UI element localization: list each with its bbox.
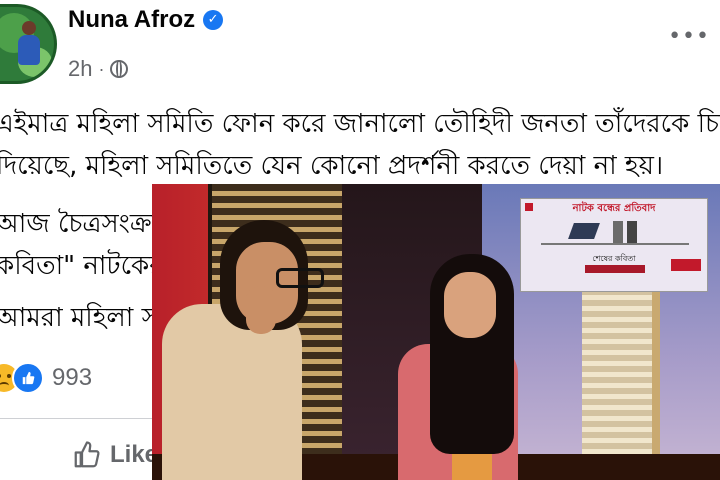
- post-text-line: আজ চৈত্রসংক্রা: [0, 209, 160, 239]
- avatar-person-dress: [18, 35, 40, 65]
- poster-figure: [627, 221, 637, 243]
- reactions-summary[interactable]: 993: [0, 362, 92, 394]
- separator-dot: ·: [98, 58, 105, 79]
- actress-face: [444, 272, 496, 338]
- poster-ground-line: [541, 243, 689, 245]
- like-button-label: Like: [110, 441, 159, 468]
- like-button[interactable]: Like: [72, 440, 158, 470]
- post-text-line: এইমাত্র মহিলা সমিতি ফোন করে জানালো তৌহিদ…: [0, 109, 720, 139]
- thumbs-up-icon: [74, 441, 100, 468]
- like-reaction-icon: [12, 362, 44, 394]
- post-text-line: দিয়েছে, মহিলা সমিতিতে যেন কোনো প্রদর্শন…: [0, 151, 664, 181]
- post-meta: 2h ·: [68, 56, 129, 82]
- avatar-person-head: [22, 21, 36, 35]
- author-name[interactable]: Nuna Afroz: [68, 6, 195, 34]
- poster-badge: [671, 259, 701, 271]
- post-text-line: আমরা মহিলা স: [0, 303, 159, 333]
- post-timestamp[interactable]: 2h: [68, 56, 92, 82]
- poster-title: নাটক বন্ধের প্রতিবাদ: [572, 203, 656, 214]
- author-avatar[interactable]: [0, 4, 57, 84]
- actor-male-glasses: [276, 268, 324, 288]
- verified-badge-icon: ✓: [203, 10, 224, 30]
- post-author: Nuna Afroz ✓: [68, 6, 224, 34]
- actor-male-hand: [246, 286, 276, 334]
- more-options-icon[interactable]: •••: [668, 24, 710, 49]
- reaction-count: 993: [52, 364, 93, 391]
- poster-figure: [568, 223, 600, 239]
- protest-poster: নাটক বন্ধের প্রতিবাদ শেষের কবিতা: [520, 198, 708, 292]
- poster-figure: [613, 221, 623, 243]
- overlaid-stage-photo: নাটক বন্ধের প্রতিবাদ শেষের কবিতা: [152, 184, 720, 480]
- poster-band: [585, 265, 645, 273]
- globe-icon[interactable]: [110, 60, 129, 78]
- facebook-post: Nuna Afroz ✓ 2h · ••• এইমাত্র মহিলা সমিত…: [0, 0, 720, 480]
- actor-male-body: [162, 304, 302, 480]
- post-text-line: কবিতা" নাটকের: [0, 251, 164, 281]
